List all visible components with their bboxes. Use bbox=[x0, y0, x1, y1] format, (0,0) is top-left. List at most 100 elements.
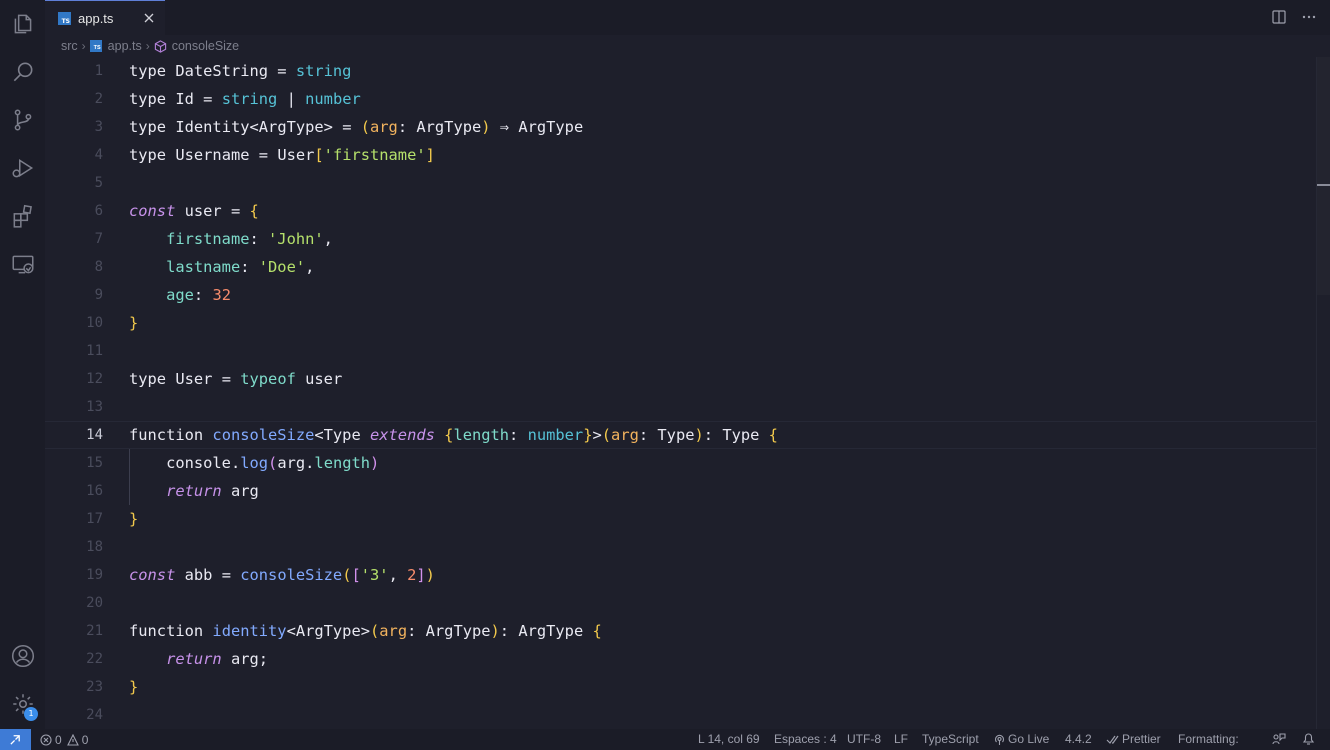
status-bar: 0 0 L 14, col 69 Espaces : 4 UTF-8 LF Ty… bbox=[0, 729, 1330, 750]
extensions-icon[interactable] bbox=[9, 202, 36, 229]
formatting-status[interactable]: Formatting: bbox=[1178, 729, 1239, 750]
code-token: type bbox=[129, 90, 167, 108]
code-token: function bbox=[129, 622, 204, 640]
code-token: [ bbox=[351, 566, 361, 584]
accounts-icon[interactable] bbox=[9, 642, 36, 669]
code-token: ArgType bbox=[258, 118, 324, 136]
warning-count: 0 bbox=[81, 732, 89, 747]
double-check-icon bbox=[1106, 735, 1119, 744]
code-token: Type bbox=[323, 426, 361, 444]
line-number: 23 bbox=[86, 679, 103, 695]
code-token: < bbox=[314, 426, 324, 444]
code-token: arg bbox=[230, 650, 259, 668]
code-token: : bbox=[638, 426, 658, 444]
code-token: = bbox=[249, 146, 278, 164]
breadcrumb: src › TS app.ts › consoleSize bbox=[45, 35, 1330, 57]
line-number: 13 bbox=[86, 399, 103, 415]
code-token: age bbox=[166, 286, 194, 304]
code-token: [ bbox=[314, 146, 324, 164]
scrollbar-thumb[interactable] bbox=[1317, 57, 1330, 295]
vertical-scrollbar[interactable] bbox=[1316, 57, 1330, 729]
end-of-line[interactable]: LF bbox=[894, 729, 908, 750]
code-token: Identity bbox=[175, 118, 250, 136]
code-token: arg bbox=[379, 622, 408, 640]
indentation[interactable]: Espaces : 4 bbox=[774, 729, 837, 750]
code-token: ArgType bbox=[416, 118, 482, 136]
line-number: 7 bbox=[94, 231, 103, 247]
code-token: ] bbox=[416, 566, 426, 584]
code-token: consoleSize bbox=[240, 566, 343, 584]
prettier-button[interactable]: Prettier bbox=[1106, 729, 1161, 750]
code-token: return bbox=[166, 650, 222, 668]
more-actions-icon[interactable] bbox=[1300, 8, 1318, 26]
typescript-version[interactable]: 4.4.2 bbox=[1065, 729, 1092, 750]
typescript-file-icon: TS bbox=[58, 11, 71, 25]
go-live-button[interactable]: Go Live bbox=[994, 729, 1049, 750]
manage-gear-icon[interactable]: 1 bbox=[9, 690, 38, 721]
encoding[interactable]: UTF-8 bbox=[847, 729, 881, 750]
language-mode[interactable]: TypeScript bbox=[922, 729, 979, 750]
line-number: 9 bbox=[94, 287, 103, 303]
explorer-icon[interactable] bbox=[9, 10, 36, 37]
line-number: 8 bbox=[94, 259, 103, 275]
remote-explorer-icon[interactable] bbox=[9, 250, 36, 277]
feedback-icon[interactable] bbox=[1272, 732, 1286, 747]
editor-actions bbox=[1270, 8, 1318, 26]
breadcrumb-symbol[interactable]: consoleSize bbox=[172, 39, 239, 53]
code-token: User bbox=[175, 370, 213, 388]
line-number: 2 bbox=[94, 91, 103, 107]
code-token: < bbox=[286, 622, 296, 640]
code-token: { bbox=[592, 622, 602, 640]
code-line: type Identity<ArgType> = (arg: ArgType) … bbox=[129, 113, 583, 141]
breadcrumb-folder[interactable]: src bbox=[61, 39, 78, 53]
line-number: 5 bbox=[94, 175, 103, 191]
code-token: ) bbox=[481, 118, 491, 136]
code-token: = bbox=[212, 566, 241, 584]
problems-indicator[interactable]: 0 0 bbox=[40, 729, 88, 750]
code-token: user bbox=[184, 202, 222, 220]
code-editor[interactable]: 1 2 3 4 5 6 7 8 9 10 11 12 13 14 15 16 17 18 19 20 21 22 23 24 … bbox=[45, 57, 1330, 729]
split-editor-icon[interactable] bbox=[1270, 8, 1288, 26]
source-control-icon[interactable] bbox=[9, 106, 36, 133]
tab-app-ts[interactable]: TS app.ts bbox=[45, 0, 165, 35]
line-number: 20 bbox=[86, 595, 103, 611]
notifications-bell-icon[interactable] bbox=[1302, 732, 1315, 747]
code-token: : bbox=[240, 258, 259, 276]
code-token: { bbox=[249, 202, 259, 220]
code-token: } bbox=[129, 678, 139, 696]
remote-indicator-icon[interactable] bbox=[0, 729, 31, 750]
breadcrumb-file[interactable]: app.ts bbox=[108, 39, 142, 53]
code-line: const abb = consoleSize(['3', 2]) bbox=[129, 561, 435, 589]
line-number: 21 bbox=[86, 623, 103, 639]
cursor-position[interactable]: L 14, col 69 bbox=[698, 729, 760, 750]
code-token: const bbox=[129, 566, 176, 584]
search-icon[interactable] bbox=[9, 58, 36, 85]
run-debug-icon[interactable] bbox=[9, 154, 36, 181]
code-token: : bbox=[193, 286, 213, 304]
code-line: lastname: 'Doe', bbox=[129, 253, 314, 281]
code-token: ArgType bbox=[425, 622, 491, 640]
code-token: Id bbox=[175, 90, 194, 108]
code-token: Type bbox=[722, 426, 760, 444]
code-token: ( bbox=[370, 622, 380, 640]
code-token: = bbox=[268, 62, 296, 80]
code-token: '3' bbox=[360, 566, 389, 584]
close-icon[interactable] bbox=[141, 10, 157, 26]
chevron-right-icon: › bbox=[81, 39, 86, 53]
code-token: : bbox=[407, 622, 426, 640]
tab-bar: TS app.ts bbox=[45, 0, 1330, 35]
code-token: arg bbox=[277, 454, 306, 472]
code-token: length bbox=[314, 454, 371, 472]
code-token: console bbox=[166, 454, 231, 472]
code-token: > bbox=[360, 622, 370, 640]
chevron-right-icon: › bbox=[145, 39, 150, 53]
code-token: ) bbox=[490, 622, 500, 640]
code-token: number bbox=[527, 426, 584, 444]
line-number: 14 bbox=[86, 427, 103, 443]
